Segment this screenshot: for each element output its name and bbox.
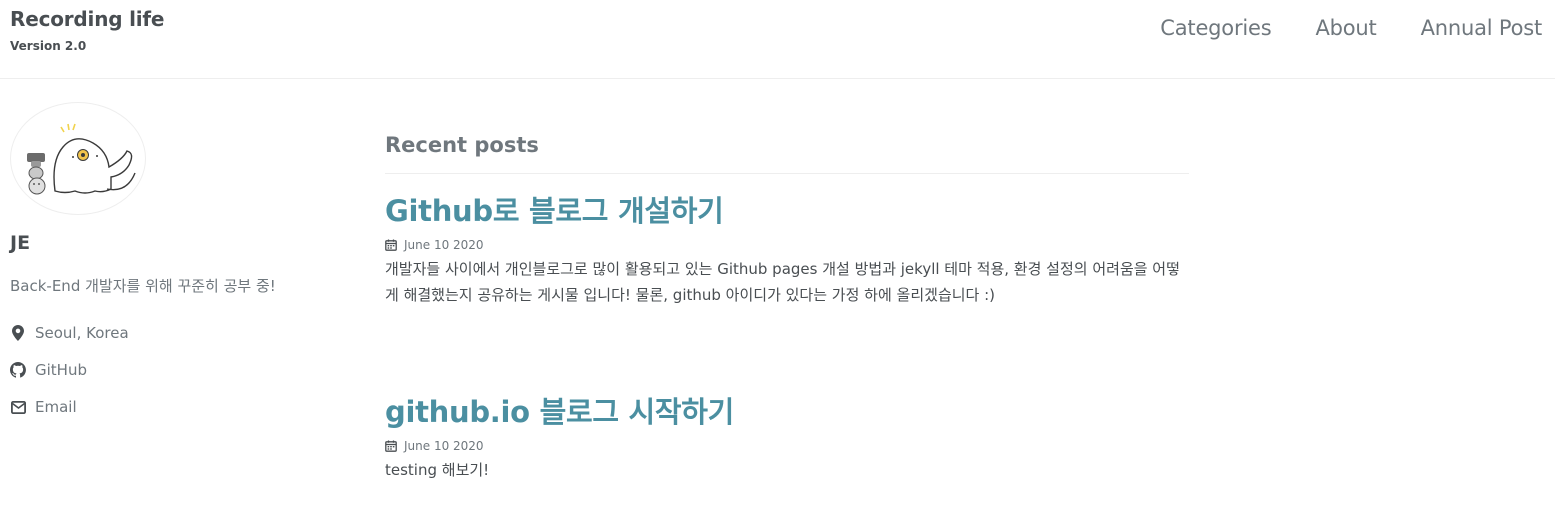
post-title-link[interactable]: github.io 블로그 시작하기: [385, 389, 1189, 431]
top-nav: Categories About Annual Post: [1160, 16, 1542, 40]
post-item: github.io 블로그 시작하기 June 10 2020 testing …: [385, 389, 1189, 483]
author-name: JE: [10, 232, 31, 254]
recent-posts-heading: Recent posts: [385, 133, 1189, 174]
calendar-icon: [385, 239, 397, 251]
post-date: June 10 2020: [404, 238, 484, 252]
site-subtitle: Version 2.0: [10, 39, 87, 53]
post-excerpt: 개발자들 사이에서 개인블로그로 많이 활용되고 있는 Github pages…: [385, 260, 1180, 304]
nav-about-link[interactable]: About: [1315, 16, 1376, 40]
post-excerpt: testing 해보기!: [385, 461, 490, 479]
author-location: Seoul, Korea: [10, 323, 129, 343]
post-meta: June 10 2020: [385, 238, 1189, 252]
nav-categories-link[interactable]: Categories: [1160, 16, 1271, 40]
calendar-icon: [385, 440, 397, 452]
author-bio: Back-End 개발자를 위해 꾸준히 공부 중!: [10, 277, 276, 295]
envelope-icon: [10, 399, 26, 415]
site-title-link[interactable]: Recording life: [10, 7, 164, 31]
post-date: June 10 2020: [404, 439, 484, 453]
nav-annual-post-link[interactable]: Annual Post: [1421, 16, 1543, 40]
email-link[interactable]: Email: [35, 398, 77, 416]
author-sidebar: JE Back-End 개발자를 위해 꾸준히 공부 중! Seoul, Kor…: [10, 102, 330, 416]
post-meta: June 10 2020: [385, 439, 1189, 453]
main-content: Recent posts Github로 블로그 개설하기 June 10 20…: [385, 133, 1189, 479]
author-avatar: [10, 102, 146, 215]
author-links: Seoul, Korea GitHub Email: [10, 323, 129, 434]
map-marker-icon: [10, 325, 26, 341]
masthead: Recording life Version 2.0 Categories Ab…: [0, 0, 1555, 79]
author-email[interactable]: Email: [10, 397, 129, 417]
location-label: Seoul, Korea: [35, 324, 129, 342]
avatar-illustration: [27, 123, 136, 195]
post-item: Github로 블로그 개설하기 June 10 2020 개발자들 사이에서 …: [385, 188, 1189, 308]
github-link[interactable]: GitHub: [35, 361, 87, 379]
author-github[interactable]: GitHub: [10, 360, 129, 380]
post-title-link[interactable]: Github로 블로그 개설하기: [385, 188, 1189, 230]
github-icon: [10, 362, 26, 378]
